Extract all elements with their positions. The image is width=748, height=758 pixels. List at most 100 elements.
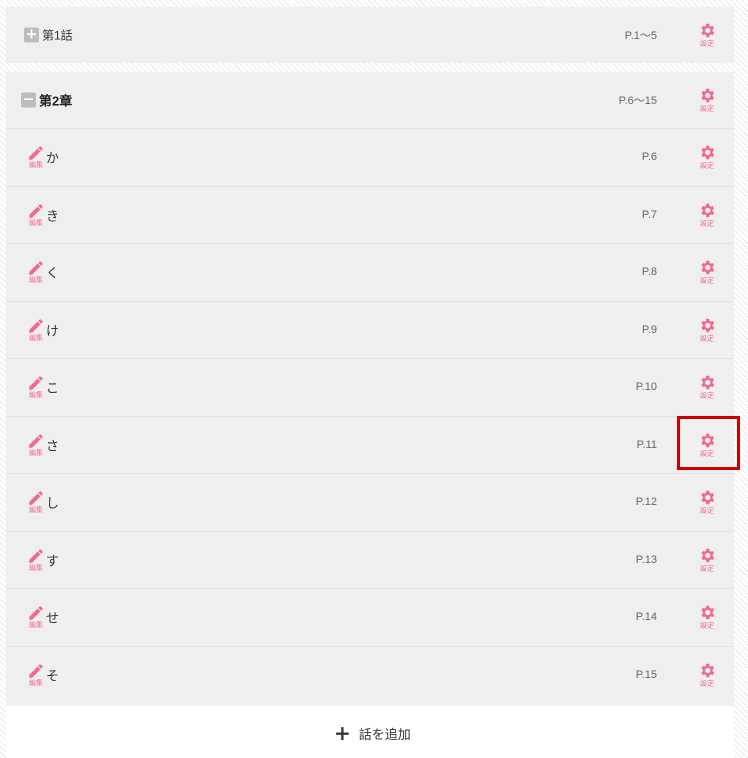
settings-button[interactable]: 設定 — [694, 201, 720, 228]
chapter-title: 第2章 — [39, 93, 73, 109]
edit-button[interactable]: 編集 — [25, 604, 47, 630]
settings-label: 設定 — [700, 565, 714, 573]
episode-page: P.13 — [635, 553, 657, 566]
chapter-2-group: − 第2章 P.6〜15 設定 編集か P.6 設定 編集き P.7 設定 編集く P.8 設定… — [6, 72, 734, 706]
settings-label: 設定 — [700, 507, 714, 515]
settings-label: 設定 — [700, 40, 714, 48]
pencil-icon — [29, 491, 43, 505]
add-episode-label: 話を追加 — [358, 726, 411, 742]
gear-icon — [701, 606, 715, 620]
episode-row: 編集し P.12 設定 — [6, 474, 734, 532]
edit-button[interactable]: 編集 — [25, 259, 47, 285]
gear-icon — [701, 433, 715, 447]
episode-page: P.11 — [636, 438, 657, 451]
settings-button[interactable]: 設定 — [694, 22, 720, 49]
settings-button[interactable]: 設定 — [694, 316, 720, 343]
edit-button[interactable]: 編集 — [25, 662, 47, 688]
gear-icon — [701, 261, 715, 275]
settings-button[interactable]: 設定 — [694, 546, 720, 573]
page-range: P.6〜15 — [618, 95, 657, 107]
edit-button[interactable]: 編集 — [25, 489, 47, 515]
settings-button[interactable]: 設定 — [694, 604, 720, 631]
gear-icon — [701, 664, 715, 678]
gear-icon — [701, 23, 715, 38]
edit-label: 編集 — [29, 507, 43, 515]
episode-title: そ — [46, 668, 60, 684]
gear-icon — [701, 318, 715, 332]
add-episode-bar: + 話を追加 — [6, 706, 734, 758]
settings-button[interactable]: 設定 — [694, 662, 720, 689]
chapter-header: + 第1話 P.1〜5 設定 — [6, 7, 734, 63]
settings-label: 設定 — [700, 392, 714, 400]
episode-title: こ — [46, 380, 60, 396]
episode-row: 編集き P.7 設定 — [6, 187, 734, 244]
settings-button[interactable]: 設定 — [694, 259, 720, 286]
settings-button[interactable]: 設定 — [694, 431, 720, 458]
gear-icon — [701, 548, 715, 562]
episode-row: 編集そ P.15 設定 — [6, 647, 734, 705]
episode-page: P.10 — [635, 381, 657, 394]
episode-row: 編集せ P.14 設定 — [6, 589, 734, 647]
edit-button[interactable]: 編集 — [25, 547, 47, 573]
settings-button[interactable]: 設定 — [694, 489, 720, 516]
episode-page: P.9 — [641, 323, 657, 336]
settings-label: 設定 — [700, 105, 714, 113]
edit-label: 編集 — [29, 162, 43, 170]
pencil-icon — [29, 146, 43, 160]
episode-page: P.8 — [641, 266, 657, 279]
page-range: P.1〜5 — [624, 30, 657, 42]
episode-row: 編集す P.13 設定 — [6, 532, 734, 589]
gear-icon — [701, 376, 715, 390]
edit-button[interactable]: 編集 — [25, 317, 47, 343]
settings-button[interactable]: 設定 — [694, 374, 720, 401]
episode-row: 編集さ P.11 設定 — [6, 417, 734, 474]
episode-title: さ — [46, 438, 60, 454]
edit-button[interactable]: 編集 — [25, 432, 47, 458]
edit-button[interactable]: 編集 — [25, 144, 47, 170]
plus-icon: + — [334, 721, 351, 745]
edit-label: 編集 — [29, 334, 43, 342]
episode-title: き — [46, 208, 60, 224]
episode-page: P.15 — [635, 669, 657, 682]
settings-label: 設定 — [700, 622, 714, 630]
expand-toggle-icon[interactable]: + — [24, 27, 39, 43]
settings-button[interactable]: 設定 — [694, 144, 720, 171]
edit-label: 編集 — [29, 564, 43, 572]
episode-page: P.14 — [635, 611, 657, 624]
pencil-icon — [29, 434, 43, 448]
chapter-title: 第1話 — [42, 28, 73, 43]
gear-icon — [701, 203, 715, 217]
edit-label: 編集 — [29, 392, 43, 400]
episode-row: 編集こ P.10 設定 — [6, 359, 734, 417]
chapter-header: − 第2章 P.6〜15 設定 — [6, 72, 734, 129]
settings-label: 設定 — [700, 680, 714, 688]
collapse-toggle-icon[interactable]: − — [21, 92, 36, 108]
edit-button[interactable]: 編集 — [25, 374, 47, 400]
gear-icon — [701, 146, 715, 160]
settings-label: 設定 — [700, 335, 714, 343]
add-episode-button[interactable]: + 話を追加 — [334, 723, 411, 743]
pencil-icon — [29, 204, 43, 218]
pencil-icon — [29, 376, 43, 390]
settings-label: 設定 — [700, 277, 714, 285]
pencil-icon — [29, 319, 43, 333]
settings-button[interactable]: 設定 — [694, 87, 720, 114]
settings-label: 設定 — [700, 162, 714, 170]
edit-label: 編集 — [29, 277, 43, 285]
episode-page: P.7 — [641, 208, 657, 221]
episode-page: P.12 — [635, 496, 657, 509]
gear-icon — [701, 491, 715, 505]
pencil-icon — [29, 549, 43, 563]
episode-row: 編集け P.9 設定 — [6, 302, 734, 359]
episode-title: け — [46, 323, 60, 339]
edit-label: 編集 — [29, 622, 43, 630]
edit-label: 編集 — [29, 449, 43, 457]
pencil-icon — [29, 261, 43, 275]
settings-label: 設定 — [700, 450, 714, 458]
pencil-icon — [29, 664, 43, 678]
edit-button[interactable]: 編集 — [25, 202, 47, 228]
episode-title: す — [46, 553, 60, 569]
episode-page: P.6 — [641, 151, 657, 164]
episode-title: せ — [46, 610, 60, 626]
edit-label: 編集 — [29, 680, 43, 688]
